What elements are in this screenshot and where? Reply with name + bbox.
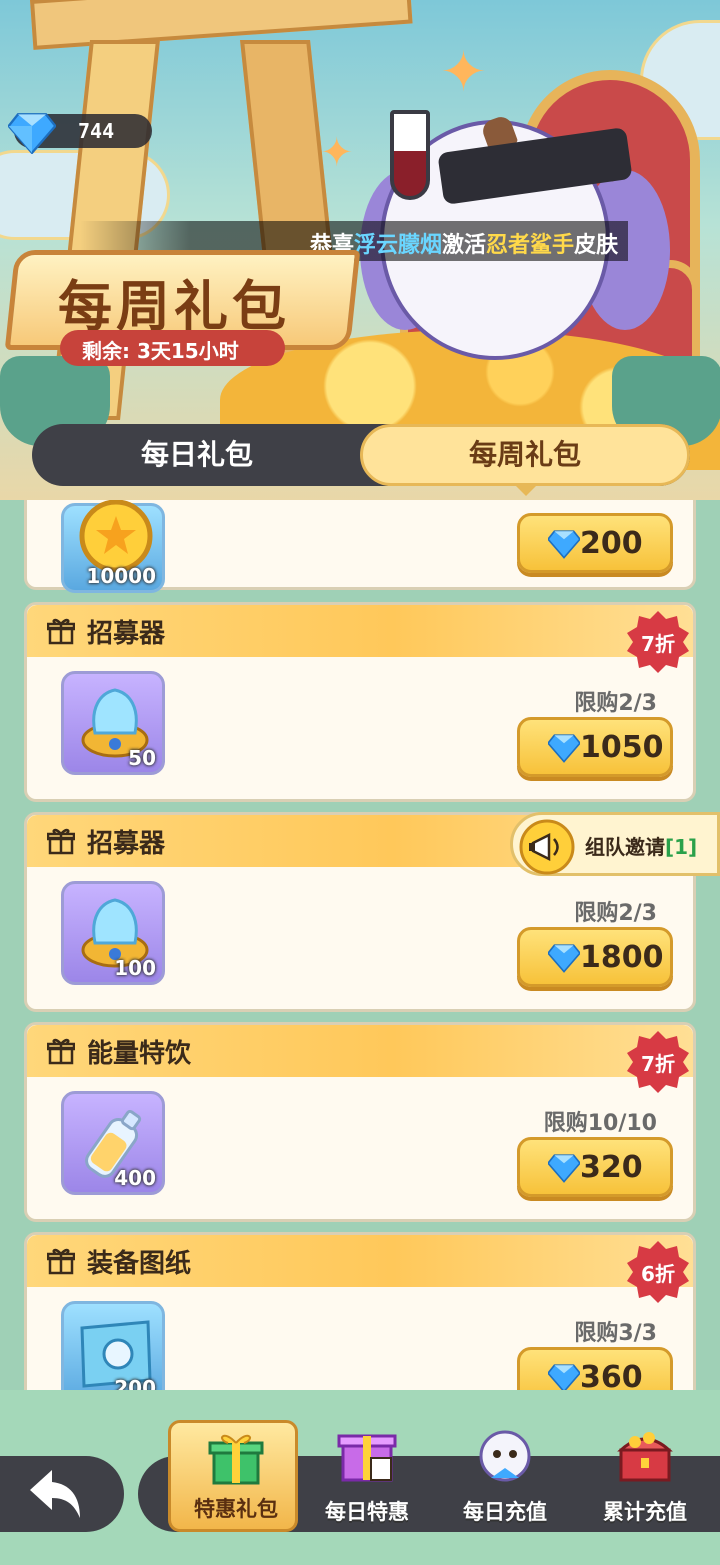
gift-icon (47, 618, 75, 645)
pack-title: 装备图纸 (87, 1249, 192, 1279)
purchase-limit: 限购10/10 (543, 1111, 657, 1136)
treasure-chest-icon (617, 1432, 673, 1482)
discount-label: 7折 (641, 1052, 675, 1076)
ticker-player-name: 浮云朦烟 (354, 233, 443, 258)
megaphone-icon (519, 819, 575, 875)
buy-button[interactable]: 360 (517, 1347, 673, 1390)
tab-bar: 每日礼包 每周礼包 (32, 424, 690, 486)
buy-button[interactable]: 200 (517, 513, 673, 573)
gift-icon (47, 1038, 75, 1065)
sparkle-icon: ✦ (320, 130, 354, 176)
window-frame-decoration (30, 0, 413, 50)
price-label: 200 (580, 526, 643, 561)
nav-label: 特惠礼包 (194, 1497, 278, 1521)
item-slot[interactable]: 200 (61, 1301, 165, 1390)
ticker-verb: 激活 (442, 233, 487, 258)
nav-cumulative-recharge[interactable]: 累计充值 (580, 1420, 710, 1532)
card-header: 能量特饮 (27, 1025, 693, 1077)
team-invite-button[interactable]: 组队邀请[1] (510, 812, 720, 876)
item-quantity: 400 (114, 1166, 156, 1190)
nav-daily-recharge[interactable]: 每日充值 (440, 1420, 570, 1532)
nav-daily-deal[interactable]: 每日特惠 (302, 1420, 432, 1532)
discount-badge: 7折 (627, 1031, 689, 1093)
tab-weekly-pack[interactable]: 每周礼包 (360, 424, 690, 486)
buy-button[interactable]: 1050 (517, 717, 673, 777)
nav-label: 每日特惠 (325, 1500, 409, 1524)
nav-special-pack[interactable]: 特惠礼包 (168, 1420, 298, 1532)
mascot-recharge-icon (479, 1430, 531, 1482)
purchase-limit: 限购3/3 (574, 1321, 657, 1346)
remaining-time-badge: 剩余: 3天15小时 (60, 330, 285, 366)
calendar-gift-icon (337, 1434, 397, 1482)
team-invite-label: 组队邀请 (585, 835, 665, 859)
pack-card: 装备图纸 6折 200 限购3/3 360 (24, 1232, 696, 1390)
pack-card: 招募器 7折 50 限购2/3 1050 (24, 602, 696, 802)
item-quantity: 50 (128, 746, 156, 770)
gem-icon (548, 734, 580, 763)
buy-button[interactable]: 320 (517, 1137, 673, 1197)
item-slot[interactable]: 400 (61, 1091, 165, 1195)
gift-icon (47, 1248, 75, 1275)
price-label: 320 (580, 1150, 643, 1185)
item-quantity: 10000 (86, 564, 156, 588)
item-quantity: 100 (114, 956, 156, 980)
price-label: 1050 (580, 730, 664, 765)
gem-icon (548, 1154, 580, 1183)
gem-icon (548, 1364, 580, 1390)
item-quantity: 200 (114, 1376, 156, 1390)
back-button[interactable] (0, 1456, 124, 1532)
pack-list[interactable]: 10000 200 招募器 7折 50 限购2/3 1050 招募器 100 限… (24, 500, 696, 1390)
nav-label: 累计充值 (603, 1500, 687, 1524)
discount-label: 6折 (641, 1262, 675, 1286)
pack-card: 能量特饮 7折 400 限购10/10 320 (24, 1022, 696, 1222)
gem-count: 744 (78, 119, 115, 143)
gift-icon (47, 828, 75, 855)
discount-badge: 7折 (627, 611, 689, 673)
tab-pointer-icon (514, 484, 538, 496)
gift-box-icon (208, 1434, 264, 1485)
purchase-limit: 限购2/3 (574, 691, 657, 716)
pack-title: 招募器 (87, 829, 166, 859)
discount-badge: 6折 (627, 1241, 689, 1303)
ticker-suffix: 皮肤 (574, 233, 619, 258)
discount-label: 7折 (641, 632, 675, 656)
gem-icon (8, 113, 56, 154)
item-slot[interactable]: 50 (61, 671, 165, 775)
item-slot[interactable]: 10000 (61, 500, 165, 593)
tab-daily-pack[interactable]: 每日礼包 (32, 424, 362, 486)
sparkle-icon: ✦ (440, 40, 487, 105)
wine-glass-icon (390, 110, 430, 200)
price-label: 1800 (580, 940, 664, 975)
pack-title: 能量特饮 (87, 1039, 192, 1069)
buy-button[interactable]: 1800 (517, 927, 673, 987)
team-invite-count: [1] (665, 835, 698, 859)
pack-title: 招募器 (87, 619, 166, 649)
card-header: 装备图纸 (27, 1235, 693, 1287)
gem-counter: 744 (8, 113, 152, 154)
back-arrow-icon (30, 1470, 80, 1518)
gem-icon (548, 944, 580, 973)
ticker-item-name: 忍者鲨手 (486, 233, 575, 258)
nav-label: 每日充值 (463, 1500, 547, 1524)
pack-card: 10000 200 (24, 500, 696, 593)
card-header: 招募器 (27, 605, 693, 657)
purchase-limit: 限购2/3 (574, 901, 657, 926)
price-label: 360 (580, 1360, 643, 1390)
item-slot[interactable]: 100 (61, 881, 165, 985)
gem-icon (548, 530, 580, 559)
